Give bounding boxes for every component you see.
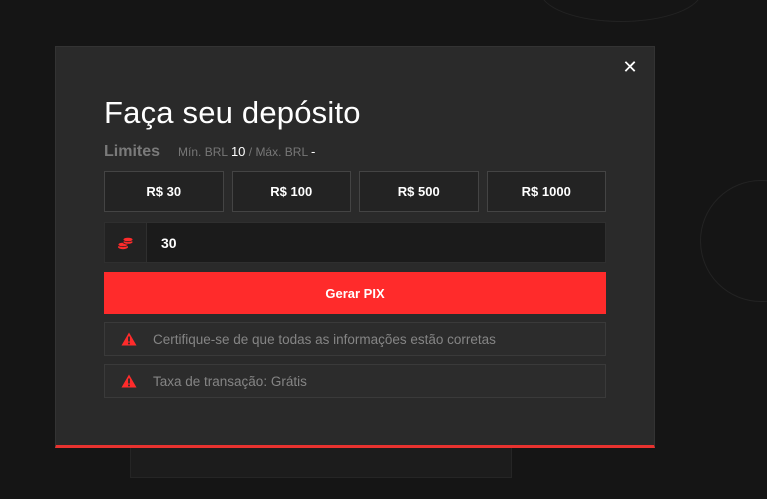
close-button[interactable]: ✕: [620, 57, 640, 77]
limits-info: Mín. BRL 10 / Máx. BRL -: [178, 144, 315, 159]
notice-text: Certifique-se de que todas as informaçõe…: [153, 331, 496, 347]
max-value: -: [311, 144, 316, 159]
amount-icon-box: [105, 223, 147, 262]
warning-icon: [121, 332, 137, 346]
background-decoration: [540, 0, 702, 22]
quick-amount-100-button[interactable]: R$ 100: [231, 171, 351, 212]
generate-pix-button[interactable]: Gerar PIX: [104, 272, 606, 314]
notice-transaction-fee: Taxa de transação: Grátis: [104, 364, 606, 398]
quick-amount-500-button[interactable]: R$ 500: [359, 171, 479, 212]
deposit-modal: ✕ Faça seu depósito Limites Mín. BRL 10 …: [55, 46, 655, 448]
background-decoration: [700, 180, 767, 302]
min-label: Mín. BRL: [178, 145, 228, 159]
warning-icon: [121, 374, 137, 388]
quick-amounts: R$ 30 R$ 100 R$ 500 R$ 1000: [104, 171, 606, 212]
limits-label: Limites: [104, 143, 161, 160]
amount-input[interactable]: [147, 223, 605, 262]
min-value: 10: [230, 144, 246, 159]
max-label: Máx. BRL: [255, 145, 308, 159]
quick-amount-1000-button[interactable]: R$ 1000: [486, 171, 606, 212]
quick-amount-30-button[interactable]: R$ 30: [104, 171, 224, 212]
close-icon[interactable]: ✕: [622, 57, 637, 77]
notice-text: Taxa de transação: Grátis: [153, 373, 307, 389]
amount-field: [104, 222, 606, 263]
limits-separator: /: [248, 145, 253, 159]
background-panel: [130, 446, 512, 478]
limits-row: Limites Mín. BRL 10 / Máx. BRL -: [104, 143, 315, 161]
coins-icon: [117, 236, 133, 249]
notice-verify-info: Certifique-se de que todas as informaçõe…: [104, 322, 606, 356]
modal-title: Faça seu depósito: [104, 95, 361, 130]
